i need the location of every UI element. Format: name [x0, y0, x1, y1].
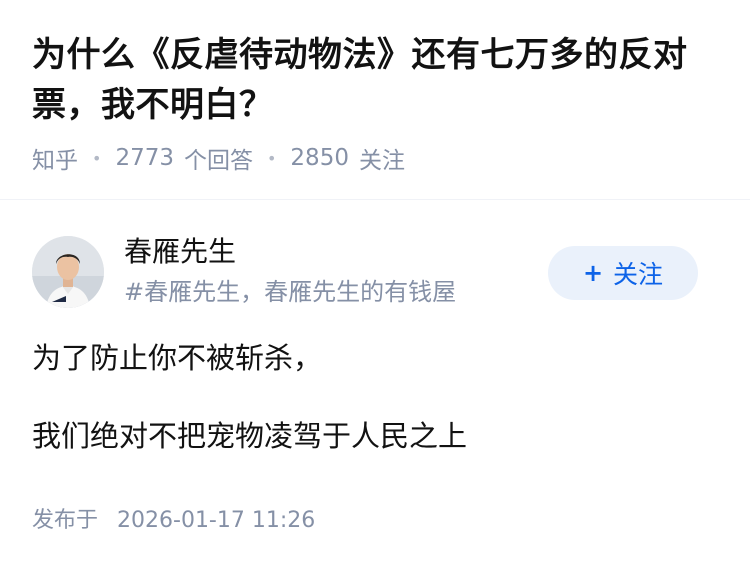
- publish-time: 发布于 2026-01-17 11:26: [32, 505, 315, 537]
- follow-count-label: 关注: [358, 148, 405, 174]
- question-meta: 知乎 • 2773 个回答 • 2850 关注: [32, 142, 722, 174]
- answer-count: 2773: [115, 145, 174, 171]
- author-headline: #春雁先生，春雁先生的有钱屋: [124, 278, 457, 306]
- publish-timestamp: 2026-01-17 11:26: [117, 508, 316, 533]
- answer-content[interactable]: 为了防止你不被斩杀， 我们绝对不把宠物凌驾于人民之上: [32, 336, 722, 458]
- author-name[interactable]: 春雁先生: [124, 234, 236, 270]
- author-info: 春雁先生 #春雁先生，春雁先生的有钱屋 + 关注: [32, 234, 718, 308]
- follow-button[interactable]: + 关注: [548, 246, 698, 300]
- question-header: 为什么《反虐待动物法》还有七万多的反对票，我不明白？ 知乎 • 2773 个回答…: [32, 30, 722, 174]
- avatar-image: [32, 236, 104, 308]
- separator-dot: •: [92, 148, 102, 168]
- question-title[interactable]: 为什么《反虐待动物法》还有七万多的反对票，我不明白？: [32, 30, 722, 130]
- section-divider: [0, 199, 750, 200]
- source-label: 知乎: [32, 148, 78, 174]
- separator-dot: •: [266, 148, 277, 168]
- follow-button-label: 关注: [613, 260, 664, 289]
- follow-count: 2850: [290, 145, 349, 171]
- answer-paragraph: 我们绝对不把宠物凌驾于人民之上: [32, 419, 468, 453]
- answer-paragraph: 为了防止你不被斩杀，: [32, 341, 323, 375]
- avatar[interactable]: [32, 236, 104, 308]
- plus-icon: +: [582, 259, 604, 287]
- answer-count-label: 个回答: [183, 148, 253, 174]
- publish-label: 发布于: [32, 508, 99, 533]
